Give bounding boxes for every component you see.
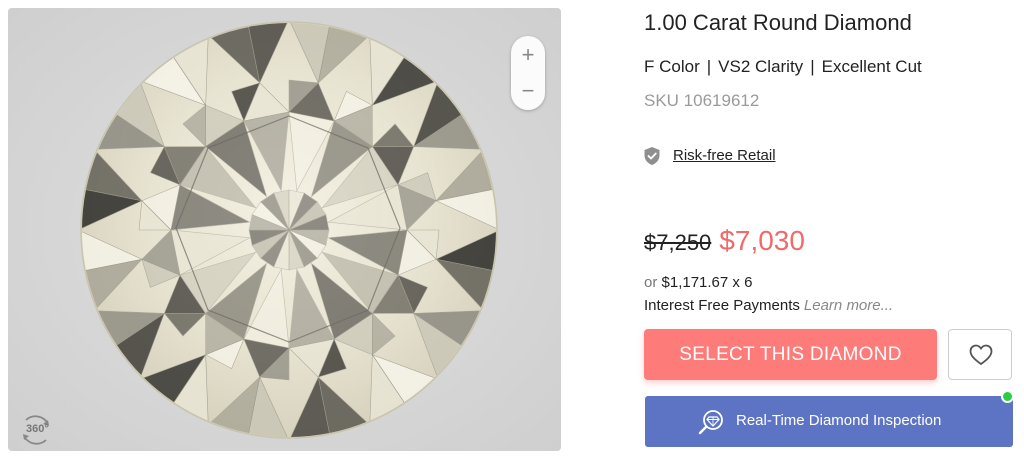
sale-price: $7,030 — [719, 225, 805, 256]
online-status-indicator — [1001, 390, 1014, 403]
product-title: 1.00 Carat Round Diamond — [644, 10, 912, 35]
installment-prefix: or — [644, 274, 658, 291]
zoom-out-button[interactable]: − — [511, 73, 545, 109]
risk-free-retail-link[interactable]: Risk-free Retail — [673, 147, 776, 164]
spec-clarity: VS2 Clarity — [718, 57, 804, 76]
diamond-image — [8, 8, 561, 451]
learn-more-link[interactable]: Learn more... — [804, 297, 893, 314]
favorite-button[interactable] — [948, 329, 1012, 380]
spec-separator: | — [810, 57, 815, 76]
product-specs: F Color | VS2 Clarity | Excellent Cut — [644, 57, 922, 77]
installment-text: or $1,171.67 x 6 — [644, 274, 752, 291]
interest-label: Interest Free Payments — [644, 297, 800, 314]
spec-cut: Excellent Cut — [821, 57, 922, 76]
original-price: $7,250 — [644, 230, 712, 255]
product-sku: SKU 10619612 — [644, 91, 760, 110]
heart-icon — [969, 344, 993, 366]
plus-icon: + — [521, 42, 535, 67]
shield-check-icon — [644, 147, 660, 165]
zoom-in-button[interactable]: + — [511, 37, 545, 73]
spec-separator: | — [706, 57, 712, 76]
select-diamond-button[interactable]: SELECT THIS DIAMOND — [644, 329, 937, 380]
spec-color: F Color — [644, 57, 700, 76]
realtime-inspection-button[interactable]: Real-Time Diamond Inspection — [645, 396, 1013, 447]
diamond-image-viewer[interactable]: + − 360° — [8, 8, 561, 451]
realtime-inspection-label: Real-Time Diamond Inspection — [736, 412, 942, 429]
zoom-control: + − — [511, 36, 545, 110]
rotate-360-label: 360° — [26, 423, 49, 435]
diamond-magnifier-icon — [698, 410, 723, 435]
rotate-360-button[interactable]: 360° — [18, 412, 54, 448]
price-row: $7,250 $7,030 — [644, 225, 805, 257]
interest-free-text: Interest Free Payments Learn more... — [644, 297, 893, 314]
installment-amount: $1,171.67 x 6 — [661, 274, 753, 291]
product-page: + − 360° 1.00 Carat Round Diamond F Colo… — [0, 0, 1024, 459]
minus-icon: − — [521, 78, 535, 103]
